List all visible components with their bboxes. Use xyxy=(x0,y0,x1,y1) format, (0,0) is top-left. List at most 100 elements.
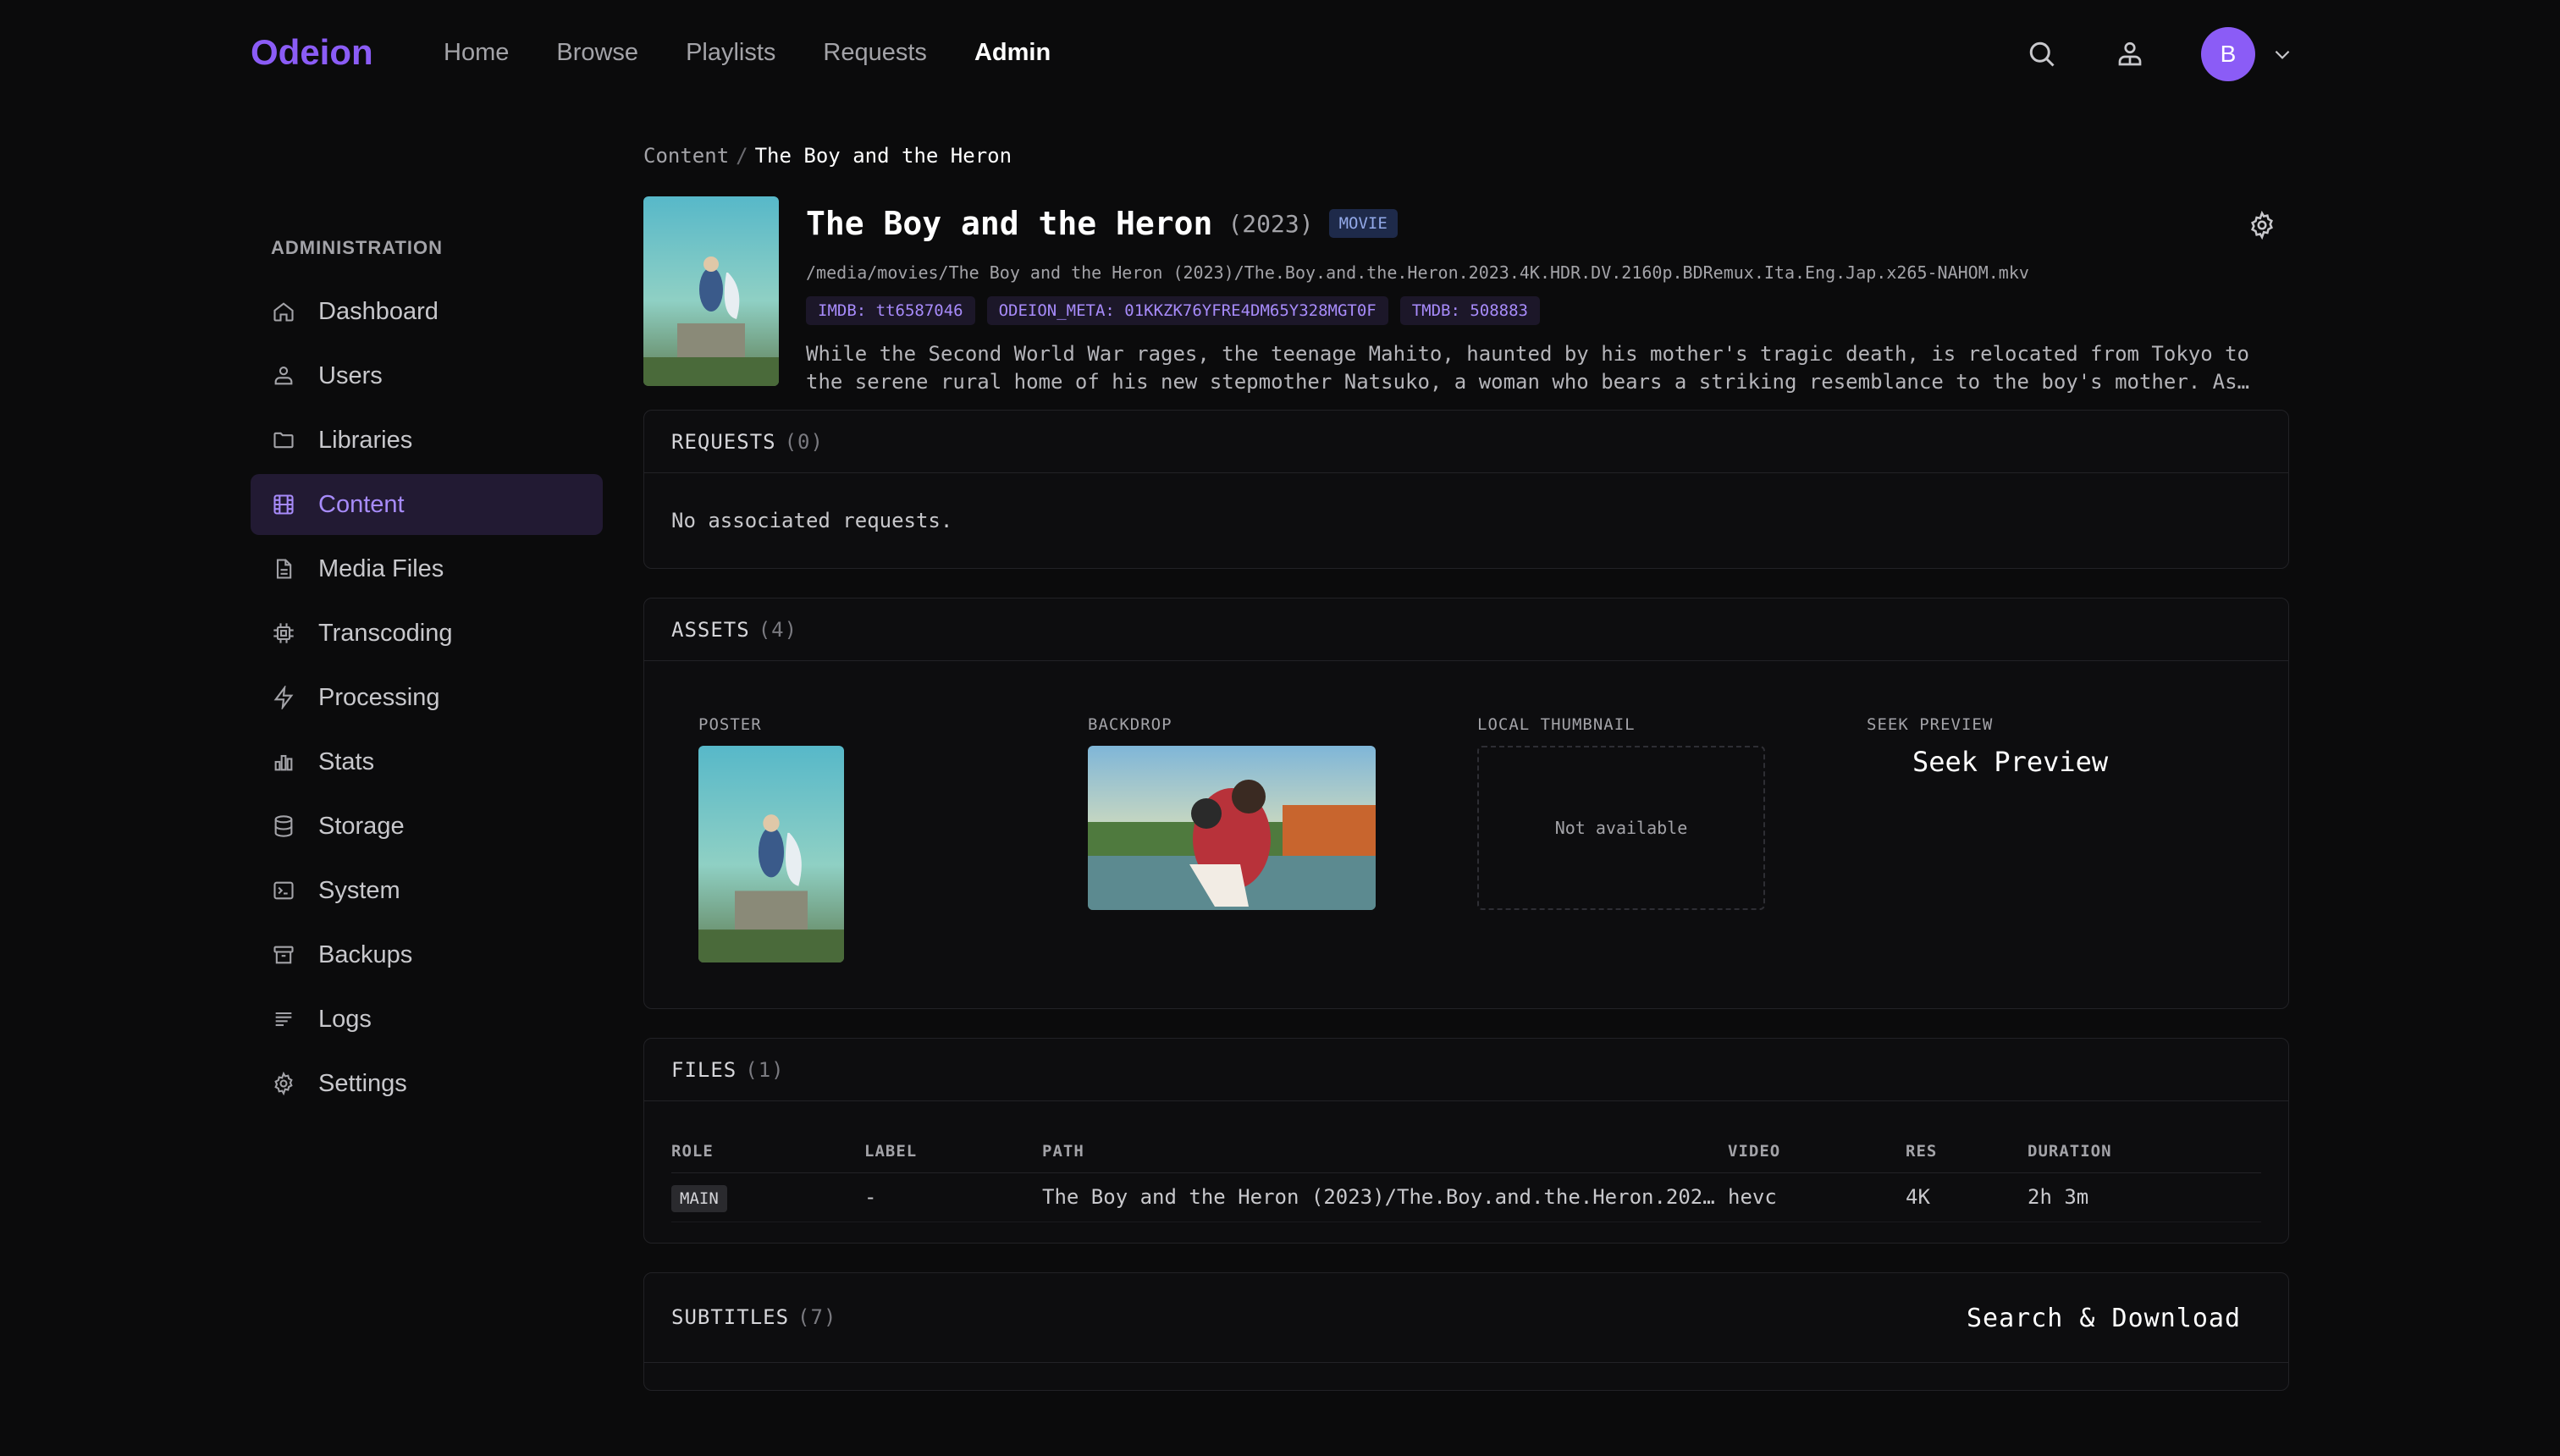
seek-preview-button[interactable]: Seek Preview xyxy=(1912,746,2108,778)
duration-cell: 2h 3m xyxy=(2028,1172,2261,1222)
subtitles-header: SUBTITLES (7) Search & Download xyxy=(644,1273,2288,1363)
brand-logo[interactable]: Odeion xyxy=(251,32,373,73)
imdb-badge[interactable]: IMDB: tt6587046 xyxy=(806,296,975,325)
sidebar-item-stats[interactable]: Stats xyxy=(251,731,603,792)
asset-label: SEEK PREVIEW xyxy=(1867,715,1994,734)
subtitles-title: SUBTITLES xyxy=(671,1305,790,1329)
nav-admin[interactable]: Admin xyxy=(974,39,1051,67)
sidebar-item-backups[interactable]: Backups xyxy=(251,924,603,985)
sidebar-item-label: Processing xyxy=(318,683,440,711)
subtitles-panel: SUBTITLES (7) Search & Download xyxy=(643,1271,2289,1391)
assets-count: (4) xyxy=(758,617,798,642)
assets-title: ASSETS xyxy=(671,617,750,642)
files-count: (1) xyxy=(745,1057,785,1082)
sidebar-heading: ADMINISTRATION xyxy=(271,237,444,258)
main-content: Content / The Boy and the Heron The Boy an… xyxy=(643,144,2289,1420)
requests-title: REQUESTS xyxy=(671,429,776,454)
column-header: LABEL xyxy=(864,1130,1042,1173)
sidebar-item-label: Libraries xyxy=(318,426,413,454)
odeion-meta-badge[interactable]: ODEION_META: 01KKZK76YFRE4DM65Y328MGT0F xyxy=(986,296,1388,325)
overview-text: While the Second World War rages, the te… xyxy=(806,342,2250,394)
sidebar-item-label: Logs xyxy=(318,1005,372,1033)
users-icon[interactable] xyxy=(2110,34,2150,74)
sidebar-item-label: Settings xyxy=(318,1069,407,1097)
sidebar-item-storage[interactable]: Storage xyxy=(251,796,603,857)
sidebar-item-label: Storage xyxy=(318,812,405,840)
files-title: FILES xyxy=(671,1057,737,1082)
nav-requests[interactable]: Requests xyxy=(823,39,927,67)
bar-chart-icon xyxy=(271,749,296,775)
asset-label: LOCAL THUMBNAIL xyxy=(1477,715,1636,734)
cpu-icon xyxy=(271,620,296,646)
home-icon xyxy=(271,299,296,324)
nav-home[interactable]: Home xyxy=(444,39,509,67)
avatar[interactable]: B xyxy=(2201,27,2255,81)
main-nav: Home Browse Playlists Requests Admin xyxy=(444,39,1051,67)
thumbnail-placeholder: Not available xyxy=(1477,746,1765,910)
sidebar-item-label: Stats xyxy=(318,747,375,775)
sidebar-item-system[interactable]: System xyxy=(251,860,603,921)
column-header: PATH xyxy=(1042,1130,1728,1173)
database-icon xyxy=(271,813,296,839)
res-cell: 4K xyxy=(1906,1172,2028,1222)
sidebar-item-media-files[interactable]: Media Files xyxy=(251,538,603,599)
files-body: ROLE LABEL PATH VIDEO RES DURATION MAIN … xyxy=(644,1130,2288,1243)
users-icon xyxy=(271,363,296,389)
sidebar-item-dashboard[interactable]: Dashboard xyxy=(251,281,603,342)
sidebar-item-processing[interactable]: Processing xyxy=(251,667,603,728)
folder-icon xyxy=(271,427,296,453)
sidebar-item-label: Backups xyxy=(318,940,413,968)
asset-label: POSTER xyxy=(698,715,762,734)
asset-label: BACKDROP xyxy=(1088,715,1172,734)
sidebar-item-settings[interactable]: Settings xyxy=(251,1053,603,1114)
gear-icon[interactable] xyxy=(2245,208,2279,242)
search-icon[interactable] xyxy=(2022,34,2062,74)
sidebar-item-content[interactable]: Content xyxy=(251,474,603,535)
assets-panel: ASSETS (4) POSTER BACKDROP LOCAL THUMBNA… xyxy=(643,598,2289,1009)
list-icon xyxy=(271,1007,296,1032)
column-header: RES xyxy=(1906,1130,2028,1173)
external-ids: IMDB: tt6587046 ODEION_META: 01KKZK76YFR… xyxy=(806,296,1540,325)
search-download-button[interactable]: Search & Download xyxy=(1967,1304,2241,1333)
content-title: The Boy and the Heron xyxy=(806,205,1213,242)
sidebar-item-libraries[interactable]: Libraries xyxy=(251,410,603,471)
file-icon xyxy=(271,556,296,582)
backdrop-image[interactable] xyxy=(1088,746,1376,910)
requests-header: REQUESTS (0) xyxy=(644,411,2288,473)
asset-local-thumbnail: LOCAL THUMBNAIL Not available xyxy=(1477,715,1765,910)
sidebar-item-label: Content xyxy=(318,490,405,518)
sidebar-item-label: Dashboard xyxy=(318,297,439,325)
nav-playlists[interactable]: Playlists xyxy=(686,39,775,67)
gear-icon xyxy=(271,1071,296,1096)
file-path: /media/movies/The Boy and the Heron (202… xyxy=(806,262,2029,283)
assets-grid: POSTER BACKDROP LOCAL THUMBNAIL Not avai… xyxy=(644,661,2288,1008)
subtitles-count: (7) xyxy=(797,1305,837,1329)
tmdb-badge[interactable]: TMDB: 508883 xyxy=(1399,296,1540,325)
asset-backdrop: BACKDROP xyxy=(1088,715,1376,910)
sidebar-item-logs[interactable]: Logs xyxy=(251,989,603,1050)
content-header: The Boy and the Heron (2023) MOVIE /medi… xyxy=(643,144,2289,394)
assets-header: ASSETS (4) xyxy=(644,598,2288,661)
terminal-icon xyxy=(271,878,296,903)
nav-browse[interactable]: Browse xyxy=(556,39,638,67)
bolt-icon xyxy=(271,685,296,710)
type-badge: MOVIE xyxy=(1328,209,1398,238)
sidebar-item-label: Transcoding xyxy=(318,619,453,647)
column-header: DURATION xyxy=(2028,1130,2261,1173)
sidebar-item-transcoding[interactable]: Transcoding xyxy=(251,603,603,664)
files-panel: FILES (1) ROLE LABEL PATH VIDEO RES DURA… xyxy=(643,1038,2289,1244)
content-year: (2023) xyxy=(1228,209,1314,238)
role-cell: MAIN xyxy=(671,1172,864,1222)
asset-poster: POSTER xyxy=(698,715,844,962)
asset-seek-preview: SEEK PREVIEW Seek Preview xyxy=(1867,715,2108,778)
files-table: ROLE LABEL PATH VIDEO RES DURATION MAIN … xyxy=(671,1130,2261,1222)
table-row[interactable]: MAIN - The Boy and the Heron (2023)/The.… xyxy=(671,1172,2261,1222)
poster-thumbnail xyxy=(643,196,779,386)
sidebar-item-users[interactable]: Users xyxy=(251,345,603,406)
label-cell: - xyxy=(864,1172,1042,1222)
chevron-down-icon[interactable] xyxy=(2269,41,2296,68)
role-badge: MAIN xyxy=(671,1185,727,1212)
top-navbar: Odeion Home Browse Playlists Requests Ad… xyxy=(0,0,2560,110)
requests-count: (0) xyxy=(784,429,824,454)
poster-image[interactable] xyxy=(698,746,844,962)
